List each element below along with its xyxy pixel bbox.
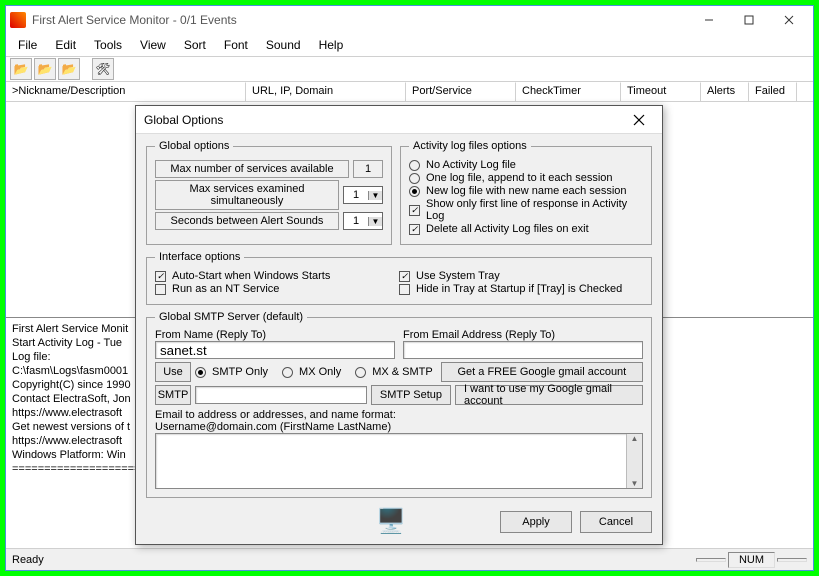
col-failed[interactable]: Failed (749, 82, 797, 101)
app-icon (10, 12, 26, 28)
titlebar: First Alert Service Monitor - 0/1 Events (6, 6, 813, 34)
toolbar: 📂 📂 📂 🛠 (6, 56, 813, 82)
menu-font[interactable]: Font (216, 36, 256, 54)
toolbar-open3-icon[interactable]: 📂 (58, 58, 80, 80)
radio-mx-smtp[interactable]: MX & SMTP (355, 366, 433, 378)
minimize-button[interactable] (689, 8, 729, 32)
max-services-value: 1 (353, 160, 383, 178)
check-autostart[interactable]: Auto-Start when Windows Starts (155, 270, 399, 282)
check-first-line[interactable]: Show only first line of response in Acti… (409, 198, 643, 222)
max-services-label: Max number of services available (155, 160, 349, 178)
smtp-label: SMTP (155, 385, 191, 405)
radio-no-log[interactable]: No Activity Log file (409, 159, 643, 171)
check-hide-tray[interactable]: Hide in Tray at Startup if [Tray] is Che… (399, 283, 643, 295)
seconds-alert-label: Seconds between Alert Sounds (155, 212, 339, 230)
textarea-scrollbar[interactable]: ▲▼ (626, 434, 642, 488)
menu-view[interactable]: View (132, 36, 174, 54)
status-ready: Ready (12, 554, 44, 566)
close-button[interactable] (769, 8, 809, 32)
dialog-close-button[interactable] (624, 109, 654, 131)
dialog-title: Global Options (144, 113, 624, 127)
global-options-dialog: Global Options Global options Max number… (135, 105, 663, 545)
use-label: Use (155, 362, 191, 382)
global-options-group: Global options Max number of services av… (146, 140, 392, 245)
col-alerts[interactable]: Alerts (701, 82, 749, 101)
window-title: First Alert Service Monitor - 0/1 Events (32, 13, 689, 27)
col-timeout[interactable]: Timeout (621, 82, 701, 101)
radio-new-log[interactable]: New log file with new name each session (409, 185, 643, 197)
statusbar: Ready NUM (6, 548, 813, 570)
from-name-input[interactable] (155, 341, 395, 359)
toolbar-open-icon[interactable]: 📂 (10, 58, 32, 80)
menu-edit[interactable]: Edit (47, 36, 84, 54)
check-system-tray[interactable]: Use System Tray (399, 270, 643, 282)
col-nickname[interactable]: >Nickname/Description (6, 82, 246, 101)
col-port[interactable]: Port/Service (406, 82, 516, 101)
menubar: File Edit Tools View Sort Font Sound Hel… (6, 34, 813, 56)
column-headers: >Nickname/Description URL, IP, Domain Po… (6, 82, 813, 102)
menu-sort[interactable]: Sort (176, 36, 214, 54)
check-delete-logs[interactable]: Delete all Activity Log files on exit (409, 223, 643, 235)
apply-button[interactable]: Apply (500, 511, 572, 533)
dialog-titlebar: Global Options (136, 106, 662, 134)
radio-smtp-only[interactable]: SMTP Only (195, 366, 268, 378)
col-timer[interactable]: CheckTimer (516, 82, 621, 101)
toolbar-open2-icon[interactable]: 📂 (34, 58, 56, 80)
max-simultaneous-label: Max services examined simultaneously (155, 180, 339, 210)
from-email-input[interactable] (403, 341, 643, 359)
seconds-alert-dropdown[interactable]: 1▼ (343, 212, 383, 230)
menu-help[interactable]: Help (311, 36, 352, 54)
cancel-button[interactable]: Cancel (580, 511, 652, 533)
status-num: NUM (728, 552, 775, 568)
get-free-gmail-button[interactable]: Get a FREE Google gmail account (441, 362, 643, 382)
activity-log-group: Activity log files options No Activity L… (400, 140, 652, 245)
menu-sound[interactable]: Sound (258, 36, 309, 54)
from-name-label: From Name (Reply To) (155, 329, 395, 341)
check-nt-service[interactable]: Run as an NT Service (155, 283, 399, 295)
toolbar-tools-icon[interactable]: 🛠 (92, 58, 114, 80)
menu-tools[interactable]: Tools (86, 36, 130, 54)
menu-file[interactable]: File (10, 36, 45, 54)
email-hint-1: Email to address or addresses, and name … (155, 409, 643, 421)
maximize-button[interactable] (729, 8, 769, 32)
radio-one-log[interactable]: One log file, append to it each session (409, 172, 643, 184)
from-email-label: From Email Address (Reply To) (403, 329, 643, 341)
email-addresses-textarea[interactable]: ▲▼ (155, 433, 643, 489)
col-url[interactable]: URL, IP, Domain (246, 82, 406, 101)
smtp-server-input[interactable] (195, 386, 367, 404)
email-hint-2: Username@domain.com (FirstName LastName) (155, 421, 643, 433)
smtp-group: Global SMTP Server (default) From Name (… (146, 311, 652, 498)
use-gmail-button[interactable]: I want to use my Google gmail account (455, 385, 643, 405)
interface-options-group: Interface options Auto-Start when Window… (146, 251, 652, 305)
computer-icon: 🖥️ (376, 507, 406, 536)
radio-mx-only[interactable]: MX Only (282, 366, 341, 378)
max-simultaneous-dropdown[interactable]: 1▼ (343, 186, 383, 204)
smtp-setup-button[interactable]: SMTP Setup (371, 385, 451, 405)
